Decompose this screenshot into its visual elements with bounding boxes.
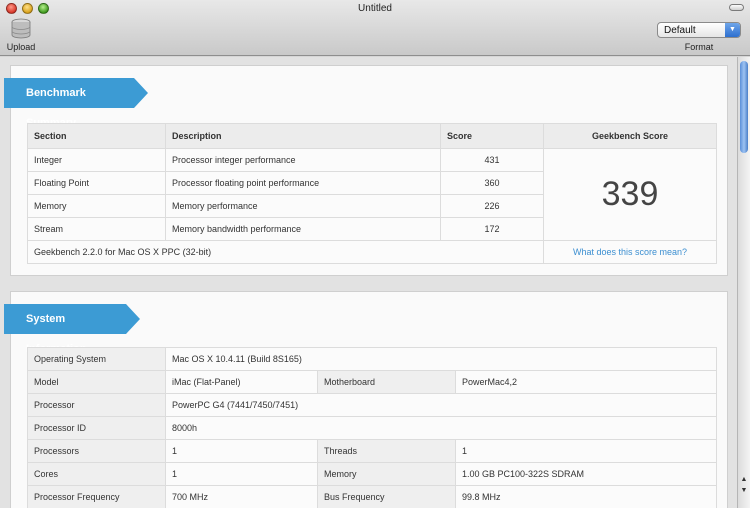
table-row: Processor Frequency 700 MHz Bus Frequenc… <box>27 485 717 508</box>
info-label: Processors <box>27 439 166 463</box>
table-row: Processor PowerPC G4 (7441/7450/7451) <box>27 393 717 417</box>
info-value: 1.00 GB PC100-322S SDRAM <box>455 462 717 486</box>
info-value: Mac OS X 10.4.11 (Build 8S165) <box>165 347 717 371</box>
score-help-link[interactable]: What does this score mean? <box>543 240 717 264</box>
table-row: Integer Processor integer performance 43… <box>27 148 717 241</box>
table-row: Operating System Mac OS X 10.4.11 (Build… <box>27 347 717 371</box>
info-label: Memory <box>317 462 456 486</box>
column-header-geekbench-score: Geekbench Score <box>543 123 717 149</box>
scroll-down-arrow-icon[interactable]: ▼ <box>738 486 750 496</box>
info-label: Processor Frequency <box>27 485 166 508</box>
benchmark-summary-panel: Benchmark Summary Section Description Sc… <box>4 65 728 276</box>
description-cell: Processor integer performance <box>165 148 441 172</box>
description-cell: Processor floating point performance <box>165 171 441 195</box>
column-header-description: Description <box>165 123 441 149</box>
info-label: Operating System <box>27 347 166 371</box>
score-cell: 226 <box>440 194 544 218</box>
info-value: 8000h <box>165 416 717 440</box>
table-row: Processors 1 Threads 1 <box>27 439 717 463</box>
info-value: 99.8 MHz <box>455 485 717 508</box>
info-value: 1 <box>455 439 717 463</box>
info-label: Threads <box>317 439 456 463</box>
scroll-up-arrow-icon[interactable]: ▲ <box>738 475 750 485</box>
section-cell: Integer <box>27 148 166 172</box>
geekbench-score-value: 339 <box>543 148 717 241</box>
info-value: 1 <box>165 439 318 463</box>
upload-button[interactable]: Upload <box>4 18 38 54</box>
column-header-section: Section <box>27 123 166 149</box>
info-label: Bus Frequency <box>317 485 456 508</box>
table-footer-row: Geekbench 2.2.0 for Mac OS X PPC (32-bit… <box>27 240 717 264</box>
vertical-scrollbar[interactable]: ▲ ▼ <box>737 57 750 508</box>
info-value: 1 <box>165 462 318 486</box>
score-cell: 172 <box>440 217 544 241</box>
version-note: Geekbench 2.2.0 for Mac OS X PPC (32-bit… <box>27 240 544 264</box>
section-heading-benchmark-summary: Benchmark Summary <box>4 78 148 129</box>
info-value: PowerMac4,2 <box>455 370 717 394</box>
score-cell: 360 <box>440 171 544 195</box>
column-header-score: Score <box>440 123 544 149</box>
scrollbar-thumb[interactable] <box>740 61 748 153</box>
section-cell: Memory <box>27 194 166 218</box>
description-cell: Memory bandwidth performance <box>165 217 441 241</box>
info-label: Cores <box>27 462 166 486</box>
report-content: Benchmark Summary Section Description Sc… <box>0 57 737 508</box>
window-title: Untitled <box>358 3 392 14</box>
info-label: Processor <box>27 393 166 417</box>
chevron-down-icon: ▼ <box>725 23 740 37</box>
info-label: Processor ID <box>27 416 166 440</box>
info-value: iMac (Flat-Panel) <box>165 370 318 394</box>
format-label: Format <box>684 42 714 52</box>
database-upload-icon <box>11 18 31 39</box>
section-cell: Stream <box>27 217 166 241</box>
info-value: 700 MHz <box>165 485 318 508</box>
section-cell: Floating Point <box>27 171 166 195</box>
upload-label: Upload <box>6 42 36 52</box>
table-row: Model iMac (Flat-Panel) Motherboard Powe… <box>27 370 717 394</box>
score-cell: 431 <box>440 148 544 172</box>
format-selected-value: Default <box>664 25 696 36</box>
format-select[interactable]: Default ▼ <box>657 22 741 38</box>
window-toolbar: Untitled Upload Default ▼ Format <box>0 0 750 56</box>
description-cell: Memory performance <box>165 194 441 218</box>
system-information-table: Operating System Mac OS X 10.4.11 (Build… <box>27 347 717 508</box>
table-header-row: Section Description Score Geekbench Scor… <box>27 123 717 149</box>
info-value: PowerPC G4 (7441/7450/7451) <box>165 393 717 417</box>
benchmark-summary-table: Section Description Score Geekbench Scor… <box>27 123 717 264</box>
system-information-panel: System Information Operating System Mac … <box>4 291 728 508</box>
toolbar-toggle-button[interactable] <box>729 4 744 11</box>
section-heading-system-information: System Information <box>4 304 140 355</box>
table-row: Processor ID 8000h <box>27 416 717 440</box>
table-row: Cores 1 Memory 1.00 GB PC100-322S SDRAM <box>27 462 717 486</box>
info-label: Motherboard <box>317 370 456 394</box>
info-label: Model <box>27 370 166 394</box>
